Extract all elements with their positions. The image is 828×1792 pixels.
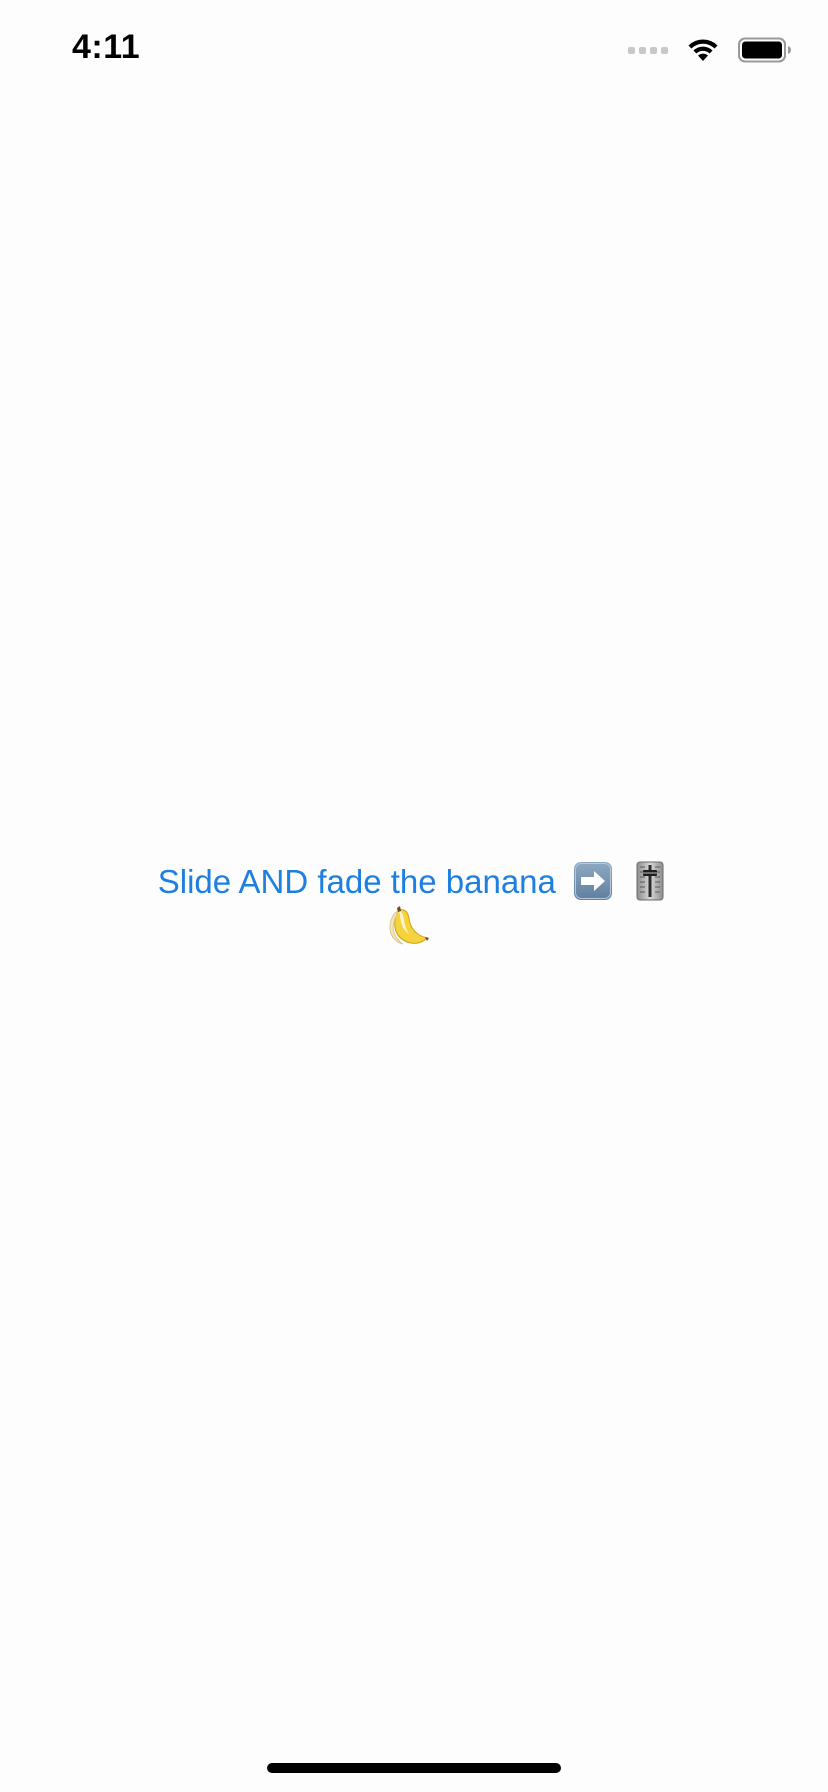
status-bar: 4:11 (0, 0, 828, 100)
signal-icon (628, 46, 668, 54)
slide-fade-banana-button[interactable]: Slide AND fade the banana (64, 860, 764, 961)
status-icons (628, 34, 792, 66)
home-indicator[interactable] (267, 1763, 561, 1773)
right-arrow-icon (573, 861, 613, 901)
battery-icon (738, 37, 792, 63)
button-line-1: Slide AND fade the banana (64, 860, 764, 904)
wifi-icon (686, 37, 720, 63)
banana-icon (385, 904, 431, 950)
level-slider-icon (630, 861, 670, 901)
button-label: Slide AND fade the banana (157, 863, 556, 900)
status-time: 4:11 (72, 28, 141, 66)
button-line-2 (64, 904, 764, 961)
